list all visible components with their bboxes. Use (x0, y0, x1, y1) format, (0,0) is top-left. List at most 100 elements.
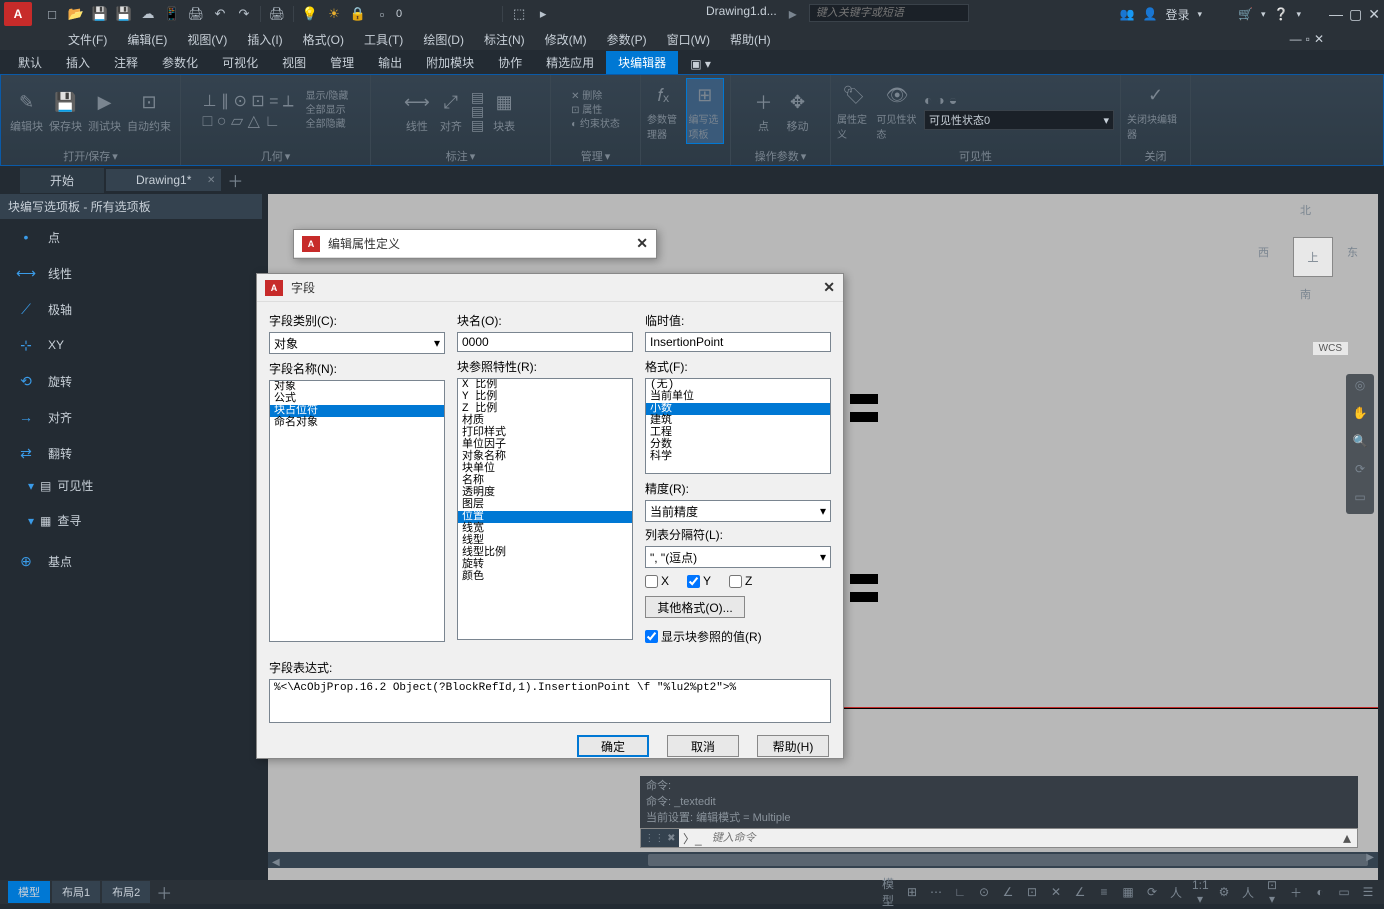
aligned-button[interactable]: ⤢对齐 (437, 88, 465, 134)
palette-xy[interactable]: ⊹XY (0, 327, 262, 363)
share-icon[interactable]: 👥 (1120, 7, 1135, 21)
field-category-combo[interactable]: 对象▾ (269, 332, 445, 354)
sun-icon[interactable]: ☀ (325, 5, 343, 23)
menu-modify[interactable]: 修改(M) (537, 29, 595, 50)
cycling-icon[interactable]: ⟳ (1144, 885, 1160, 899)
ortho-icon[interactable]: ∟ (952, 885, 968, 899)
list-item[interactable]: 块单位 (458, 463, 632, 475)
rtab-featured[interactable]: 精选应用 (534, 51, 606, 74)
block-props-listbox[interactable]: X 比例Y 比例Z 比例材质打印样式单位因子对象名称块单位名称透明度图层位置线宽… (457, 378, 633, 640)
menu-insert[interactable]: 插入(I) (239, 29, 290, 50)
palette-flip[interactable]: ⇄翻转 (0, 435, 262, 471)
dialog-close-icon[interactable]: ✕ (823, 279, 835, 296)
snap-icon[interactable]: ⋯ (928, 885, 944, 899)
attr-item[interactable]: ⊡ 属性 (571, 104, 620, 118)
lineweight-icon[interactable]: ≡ (1096, 885, 1112, 899)
grid-icon[interactable]: ⊞ (904, 885, 920, 899)
vis-state-button[interactable]: 👁可见性状态 (876, 81, 918, 141)
save-block-button[interactable]: 💾保存块 (49, 88, 82, 134)
hardware-icon[interactable]: ◐ (1312, 885, 1328, 899)
help-icon[interactable]: ❔ (1274, 7, 1289, 21)
layout-2[interactable]: 布局2 (102, 881, 150, 903)
list-item[interactable]: 单位因子 (458, 439, 632, 451)
rtab-view[interactable]: 视图 (270, 51, 318, 74)
blocktable-button[interactable]: ▦块表 (490, 88, 518, 134)
rtab-param[interactable]: 参数化 (150, 51, 210, 74)
menu-view[interactable]: 视图(V) (179, 29, 235, 50)
point-button[interactable]: ＋点 (750, 88, 778, 134)
z-checkbox[interactable]: Z (729, 574, 752, 588)
cancel-button[interactable]: 取消 (667, 735, 739, 757)
print-icon[interactable]: 🖨 (268, 5, 286, 23)
palette-visibility[interactable]: ▾▤ 可见性 (0, 477, 262, 494)
cstate-item[interactable]: ◐ 约束状态 (571, 118, 620, 132)
menu-file[interactable]: 文件(F) (60, 29, 115, 50)
showall-item[interactable]: 全部显示 (306, 104, 349, 118)
share-icon[interactable]: ⬚ (510, 5, 528, 23)
3dosnap-icon[interactable]: ✕ (1048, 885, 1064, 899)
list-item[interactable]: 旋转 (458, 559, 632, 571)
polar-icon[interactable]: ⊙ (976, 885, 992, 899)
layout-1[interactable]: 布局1 (52, 881, 100, 903)
palette-linear[interactable]: ⟷线性 (0, 255, 262, 291)
annoscale-icon[interactable]: 人 (1168, 884, 1184, 901)
open-icon[interactable]: 📂 (67, 5, 85, 23)
workspace-icon[interactable]: ⊡ ▾ (1264, 878, 1280, 906)
user-icon[interactable]: 👤 (1143, 7, 1158, 21)
close-blockeditor-button[interactable]: ✓关闭块编辑器 (1127, 81, 1184, 141)
login-label[interactable]: 登录 (1166, 6, 1190, 23)
list-item[interactable]: 工程 (646, 427, 830, 439)
more-icon[interactable]: ▸ (534, 5, 552, 23)
rtab-default[interactable]: 默认 (6, 51, 54, 74)
list-item[interactable]: 对象 (270, 381, 444, 393)
dialog-close-icon[interactable]: ✕ (636, 235, 648, 252)
tab-close-icon[interactable]: ✕ (207, 175, 215, 186)
palette-polar[interactable]: ⟋极轴 (0, 291, 262, 327)
expression-textbox[interactable]: %<\AcObjProp.16.2 Object(?BlockRefId,1).… (269, 679, 831, 723)
anno-vis-icon[interactable]: 人 (1240, 884, 1256, 901)
plot-icon[interactable]: 🖨 (187, 5, 205, 23)
list-item[interactable]: 线宽 (458, 523, 632, 535)
authoring-palette-button[interactable]: ⊞编写选项板 (686, 78, 725, 144)
rtab-addins[interactable]: 附加模块 (414, 51, 486, 74)
test-block-button[interactable]: ▶测试块 (88, 88, 121, 134)
showmotion-icon[interactable]: ▭ (1350, 490, 1370, 510)
layer-icon[interactable]: ▫ (373, 5, 391, 23)
block-name-input[interactable] (457, 332, 633, 352)
close-icon[interactable]: ✕ (1368, 6, 1380, 23)
scrollbar-thumb[interactable] (648, 854, 1368, 866)
otrack-icon[interactable]: ∠ (1072, 885, 1088, 899)
temp-value-input[interactable] (645, 332, 831, 352)
palette-basepoint[interactable]: ⊕基点 (0, 543, 262, 579)
attr-def-button[interactable]: 🏷属性定义 (837, 81, 870, 141)
menu-dimension[interactable]: 标注(N) (476, 29, 533, 50)
list-item[interactable]: 打印样式 (458, 427, 632, 439)
list-item[interactable]: 当前单位 (646, 391, 830, 403)
list-item[interactable]: 颜色 (458, 571, 632, 583)
viewcube[interactable]: 北 南 东 西 上 (1258, 202, 1358, 302)
rtab-blockedit[interactable]: 块编辑器 (606, 51, 678, 74)
palette-point[interactable]: •点 (0, 219, 262, 255)
menu-format[interactable]: 格式(O) (295, 29, 352, 50)
scale-icon[interactable]: 1:1 ▾ (1192, 878, 1208, 906)
ok-button[interactable]: 确定 (577, 735, 649, 757)
rtab-manage[interactable]: 管理 (318, 51, 366, 74)
redo-icon[interactable]: ↷ (235, 5, 253, 23)
hideall-item[interactable]: 全部隐藏 (306, 118, 349, 132)
command-input[interactable] (706, 832, 1337, 844)
y-checkbox[interactable]: Y (687, 574, 711, 588)
layout-model[interactable]: 模型 (8, 881, 50, 903)
rtab-insert[interactable]: 插入 (54, 51, 102, 74)
rtab-visual[interactable]: 可视化 (210, 51, 270, 74)
separator-combo[interactable]: ", "(逗点)▾ (645, 546, 831, 568)
tab-drawing1[interactable]: Drawing1*✕ (106, 169, 221, 191)
menu-help[interactable]: 帮助(H) (722, 29, 779, 50)
list-item[interactable]: 对象名称 (458, 451, 632, 463)
list-item[interactable]: 分数 (646, 439, 830, 451)
tab-start[interactable]: 开始 (20, 168, 104, 193)
menu-window[interactable]: 窗口(W) (659, 29, 718, 50)
list-item[interactable]: 材质 (458, 415, 632, 427)
list-item[interactable]: Z 比例 (458, 403, 632, 415)
layerdrop-icon[interactable] (405, 5, 495, 23)
visibility-combo[interactable]: 可见性状态0▾ (924, 110, 1114, 130)
